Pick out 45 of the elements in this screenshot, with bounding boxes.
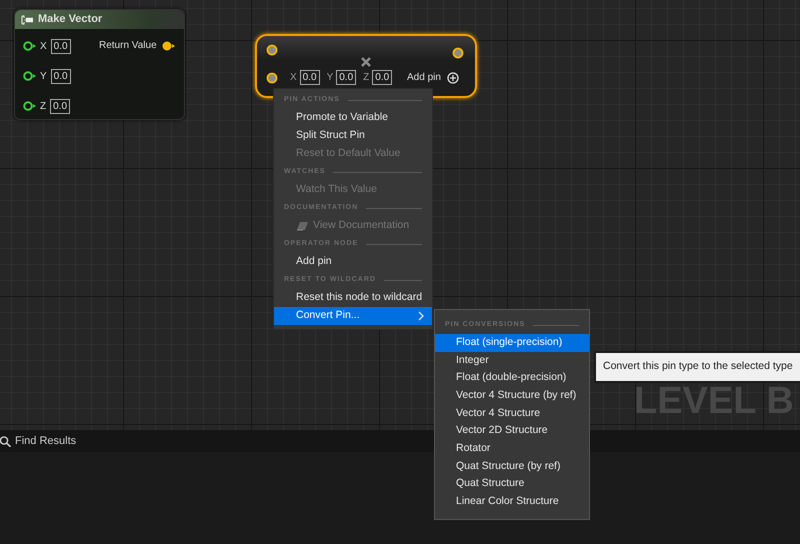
menu-item[interactable]: Add pin [274,253,432,271]
function-icon [21,14,33,24]
menu-item[interactable]: Vector 4 Structure [435,404,589,422]
menu-item[interactable]: Quat Structure (by ref) [435,458,589,476]
value-field[interactable]: 0.0 [50,68,71,84]
pin-label: Z [363,71,370,85]
node-title: Make Vector [38,12,102,28]
input-pin-icon[interactable] [23,71,36,81]
value-field[interactable]: 0.0 [336,70,356,85]
menu-item[interactable]: Split Struct Pin [274,127,432,145]
input-pin-icon[interactable] [23,101,36,111]
add-icon[interactable] [446,72,459,84]
input-pin-icon[interactable] [23,41,36,51]
menu-item[interactable]: Promote to Variable [274,109,432,127]
value-field[interactable]: 0.0 [50,98,70,114]
pin-icon[interactable] [266,72,278,84]
menu-item[interactable]: Float (single-precision) [435,334,589,352]
add-pin-label[interactable]: Add pin [407,70,441,85]
menu-item[interactable]: Quat Structure [435,476,589,494]
menu-item[interactable]: Rotator [435,440,589,458]
chevron-icon [418,311,424,321]
pin-icon[interactable] [452,47,464,59]
menu-item[interactable]: Vector 2D Structure [435,422,589,440]
menu-item[interactable]: Vector 4 Structure (by ref) [435,387,589,405]
pin-label: Return Value [99,39,157,53]
pin-icon[interactable] [266,44,278,56]
output-pin-icon[interactable] [162,40,175,50]
pin-label: Y [40,70,47,84]
menu-item[interactable]: Float (double-precision) [435,369,589,388]
close-icon[interactable] [360,56,372,68]
pin-label: X [40,40,47,54]
value-field[interactable]: 0.0 [300,70,320,85]
menu-item[interactable]: Convert Pin... [274,307,432,325]
menu-item[interactable]: Linear Color Structure [435,493,589,511]
tooltip: Convert this pin type to the selected type [594,351,800,383]
search-icon [0,436,11,446]
pin-label: X [290,71,297,85]
pin-label: Y [326,71,334,85]
menu-item[interactable]: Reset this node to wildcard [274,289,432,307]
value-field[interactable]: 0.0 [372,70,392,85]
value-field[interactable]: 0.0 [50,38,71,54]
find-results-tab[interactable]: Find Results [0,432,76,450]
menu-item[interactable]: Integer [435,352,589,370]
pin-label: Z [40,100,46,114]
eraser-icon [296,221,309,231]
